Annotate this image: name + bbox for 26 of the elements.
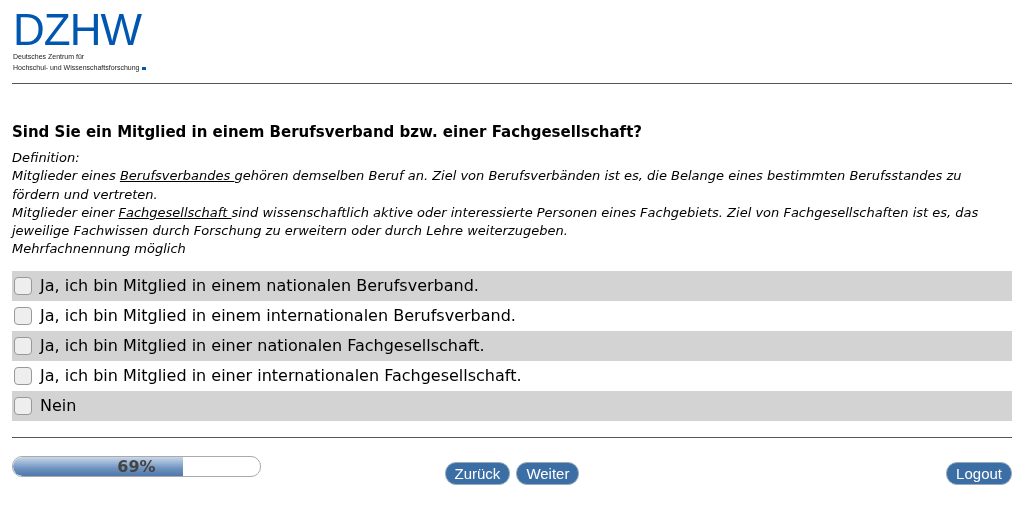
option-label: Ja, ich bin Mitglied in einer internationalen Fachgesellschaft. <box>40 366 522 386</box>
term-link[interactable]: Fachgesellschaft <box>118 204 232 220</box>
option-row[interactable]: Ja, ich bin Mitglied in einem nationalen Berufsverband. <box>12 270 1012 301</box>
logo-mark: DZHW <box>13 10 143 50</box>
option-row[interactable]: Ja, ich bin Mitglied in einer nationalen Fachgesellschaft. <box>12 330 1012 361</box>
definition-text: Mitglieder eines Berufsverbandes gehören demselben Beruf an. Ziel von Berufsverbänden ist es, die Belange eines bestimmten Berufsstandes zu fördern und vertreten. <box>12 167 963 204</box>
square-icon <box>142 67 147 70</box>
checkbox[interactable] <box>14 366 32 385</box>
option-label: Ja, ich bin Mitglied in einem internationalen Berufsverband. <box>40 306 516 326</box>
checkbox[interactable] <box>14 336 32 355</box>
question-title: Sind Sie ein Mitglied in einem Berufsverband bzw. einer Fachgesellschaft? <box>12 123 644 141</box>
back-button[interactable]: Zurück <box>444 461 511 485</box>
definition-note: Mehrfachnennung möglich <box>12 240 187 259</box>
option-label: Ja, ich bin Mitglied in einer nationalen Fachgesellschaft. <box>40 336 485 356</box>
definition-text: Mitglieder einer Fachgesellschaft sind wissenschaftlich aktive oder interessierte Personen eines Fachgebiets. Ziel von Fachgesellschaften ist es, das jeweilige Fachwissen durch Forschung zu erweitern oder durch Lehre weiterzugeben. <box>12 203 980 241</box>
option-label: Ja, ich bin Mitglied in einem nationalen Berufsverband. <box>40 276 479 296</box>
option-label: Nein <box>40 396 77 416</box>
next-button[interactable]: Weiter <box>516 461 580 485</box>
checkbox[interactable] <box>14 276 32 295</box>
checkbox[interactable] <box>14 306 32 325</box>
term-link[interactable]: Berufsverbandes <box>119 168 235 184</box>
progress-label: 69% <box>116 456 157 476</box>
option-row[interactable]: Nein <box>12 390 1012 421</box>
checkbox[interactable] <box>14 396 32 415</box>
logout-button[interactable]: Logout <box>946 461 1012 485</box>
definition-label: Definition: <box>12 149 81 167</box>
